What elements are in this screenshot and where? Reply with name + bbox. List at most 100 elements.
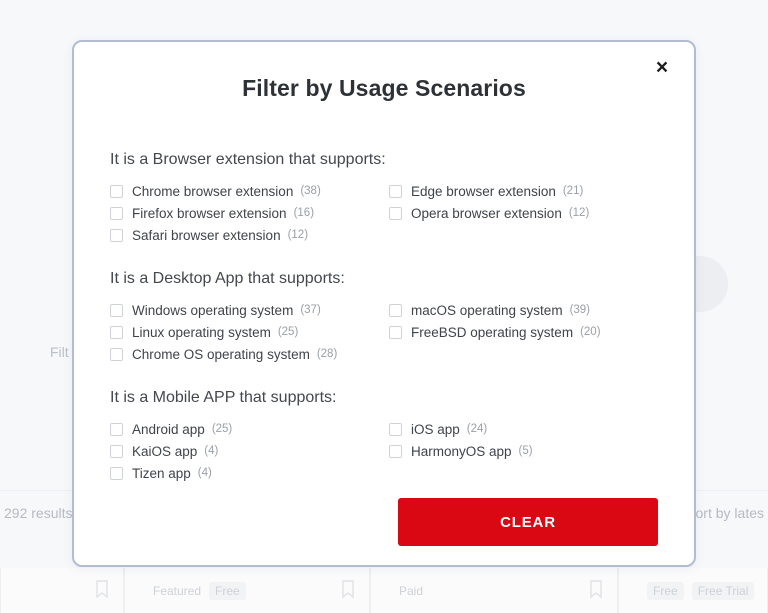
option-column: Chrome browser extension (38) Firefox br… — [110, 180, 389, 246]
checkbox-label: Opera browser extension — [411, 205, 562, 221]
checkbox-count: (39) — [569, 304, 591, 316]
checkbox-icon[interactable] — [389, 303, 402, 317]
checkbox-row[interactable]: Linux operating system (25) — [110, 321, 389, 343]
section-heading: It is a Mobile APP that supports: — [110, 389, 337, 406]
checkbox-icon[interactable] — [110, 228, 123, 242]
checkbox-icon[interactable] — [110, 422, 123, 436]
background-card-row: Featured Free Paid Free Free Trial — [0, 568, 768, 613]
checkbox-row[interactable]: Opera browser extension (12) — [389, 202, 668, 224]
checkbox-row[interactable]: iOS app (24) — [389, 418, 668, 440]
checkbox-label: Chrome OS operating system — [132, 346, 310, 362]
section-heading: It is a Browser extension that supports: — [110, 151, 386, 168]
checkbox-row[interactable]: Edge browser extension (21) — [389, 180, 668, 202]
checkbox-icon[interactable] — [389, 422, 402, 436]
checkbox-label: Chrome browser extension — [132, 183, 294, 199]
option-column: Edge browser extension (21) Opera browse… — [389, 180, 668, 246]
option-column: Android app (25) KaiOS app (4) Tizen app… — [110, 418, 389, 484]
option-grid: Android app (25) KaiOS app (4) Tizen app… — [110, 418, 694, 484]
checkbox-label: Edge browser extension — [411, 183, 556, 199]
background-card[interactable]: Free Free Trial — [618, 568, 768, 613]
checkbox-icon[interactable] — [110, 303, 123, 317]
checkbox-count: (4) — [197, 467, 212, 479]
section-browser-extension: It is a Browser extension that supports:… — [110, 102, 694, 246]
checkbox-row[interactable]: KaiOS app (4) — [110, 440, 389, 462]
sort-dropdown[interactable]: ort by lates — [696, 505, 764, 521]
card-tag: Free — [209, 582, 246, 600]
checkbox-icon[interactable] — [110, 184, 123, 198]
checkbox-count: (12) — [568, 207, 590, 219]
filter-sections: It is a Browser extension that supports:… — [74, 102, 694, 484]
checkbox-row[interactable]: Safari browser extension (12) — [110, 224, 389, 246]
checkbox-row[interactable]: HarmonyOS app (5) — [389, 440, 668, 462]
filter-modal: × Filter by Usage Scenarios It is a Brow… — [72, 40, 696, 567]
checkbox-label: Safari browser extension — [132, 227, 281, 243]
background-card[interactable] — [0, 568, 124, 613]
checkbox-row[interactable]: Chrome OS operating system (28) — [110, 343, 389, 365]
checkbox-row[interactable]: Tizen app (4) — [110, 462, 389, 484]
option-grid: Chrome browser extension (38) Firefox br… — [110, 180, 694, 246]
checkbox-count: (28) — [316, 348, 338, 360]
section-mobile-app: It is a Mobile APP that supports: Androi… — [110, 365, 694, 484]
checkbox-count: (25) — [277, 326, 299, 338]
section-heading: It is a Desktop App that supports: — [110, 270, 345, 287]
page-root: Sh l, Filt 292 results — [0, 0, 768, 613]
checkbox-label: Windows operating system — [132, 302, 294, 318]
checkbox-count: (20) — [580, 326, 601, 338]
option-column: iOS app (24) HarmonyOS app (5) — [389, 418, 668, 484]
checkbox-label: FreeBSD operating system — [411, 324, 574, 340]
modal-footer: CLEAR — [74, 498, 694, 546]
card-tag: Featured — [153, 584, 202, 598]
checkbox-icon[interactable] — [389, 206, 402, 220]
checkbox-count: (12) — [287, 229, 309, 241]
checkbox-count: (5) — [518, 445, 533, 457]
card-tags: Free Free Trial — [647, 582, 755, 600]
checkbox-label: HarmonyOS app — [411, 443, 512, 459]
background-filter-label: Filt — [50, 344, 69, 360]
checkbox-icon[interactable] — [389, 184, 402, 198]
checkbox-row[interactable]: Android app (25) — [110, 418, 389, 440]
checkbox-row[interactable]: Windows operating system (37) — [110, 299, 389, 321]
checkbox-count: (37) — [300, 304, 321, 316]
section-desktop-app: It is a Desktop App that supports: Windo… — [110, 246, 694, 365]
checkbox-label: KaiOS app — [132, 443, 198, 459]
card-tag: Free — [647, 582, 684, 600]
option-grid: Windows operating system (37) Linux oper… — [110, 299, 694, 365]
card-tags: Paid — [399, 582, 423, 600]
checkbox-icon[interactable] — [389, 325, 402, 339]
checkbox-row[interactable]: FreeBSD operating system (20) — [389, 321, 668, 343]
checkbox-icon[interactable] — [110, 206, 123, 220]
bookmark-icon[interactable] — [95, 580, 109, 599]
checkbox-row[interactable]: Firefox browser extension (16) — [110, 202, 389, 224]
checkbox-count: (16) — [293, 207, 315, 219]
checkbox-label: Linux operating system — [132, 324, 271, 340]
checkbox-count: (38) — [300, 185, 321, 197]
checkbox-icon[interactable] — [110, 347, 123, 361]
option-column: Windows operating system (37) Linux oper… — [110, 299, 389, 365]
background-card[interactable]: Featured Free — [124, 568, 370, 613]
checkbox-label: Firefox browser extension — [132, 205, 287, 221]
checkbox-count: (25) — [211, 423, 233, 435]
checkbox-count: (21) — [562, 185, 584, 197]
checkbox-icon[interactable] — [389, 444, 402, 458]
checkbox-count: (4) — [204, 445, 219, 457]
checkbox-label: Android app — [132, 421, 205, 437]
checkbox-row[interactable]: Chrome browser extension (38) — [110, 180, 389, 202]
background-card[interactable]: Paid — [370, 568, 618, 613]
bookmark-icon[interactable] — [341, 580, 355, 599]
page-title: Filter by Usage Scenarios — [242, 75, 526, 101]
close-icon[interactable]: × — [650, 55, 674, 79]
card-tag: Free Trial — [691, 582, 755, 600]
clear-button[interactable]: CLEAR — [398, 498, 658, 546]
option-column: macOS operating system (39) FreeBSD oper… — [389, 299, 668, 365]
checkbox-label: Tizen app — [132, 465, 191, 481]
checkbox-row[interactable]: macOS operating system (39) — [389, 299, 668, 321]
card-tag: Paid — [399, 584, 424, 598]
checkbox-icon[interactable] — [110, 325, 123, 339]
bookmark-icon[interactable] — [589, 580, 603, 599]
results-count: 292 results — [4, 504, 73, 521]
checkbox-icon[interactable] — [110, 444, 123, 458]
checkbox-count: (24) — [466, 423, 488, 435]
checkbox-icon[interactable] — [110, 466, 123, 480]
checkbox-label: iOS app — [411, 421, 460, 437]
checkbox-label: macOS operating system — [411, 302, 563, 318]
